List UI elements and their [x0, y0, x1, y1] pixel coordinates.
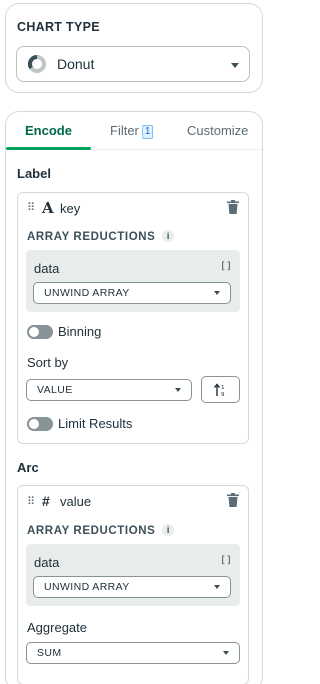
array-reduction-row: data [] UNWIND ARRAY: [26, 544, 240, 606]
trash-icon[interactable]: [227, 200, 239, 214]
string-type-icon: A: [42, 199, 54, 217]
chart-type-title: CHART TYPE: [17, 20, 100, 34]
array-bracket-icon: []: [219, 555, 232, 566]
sort-ascending-icon: 1 9: [213, 382, 225, 397]
sort-by-label: Sort by: [27, 355, 69, 370]
tab-filter[interactable]: Filter 1: [110, 123, 154, 139]
arc-section-heading: Arc: [17, 460, 39, 475]
reduction-field-label: data: [34, 261, 60, 276]
reduction-select[interactable]: UNWIND ARRAY: [33, 282, 231, 304]
limit-results-label: Limit Results: [58, 416, 133, 431]
chart-type-value: Donut: [57, 56, 95, 72]
reduction-select[interactable]: UNWIND ARRAY: [33, 576, 231, 598]
chart-type-panel: CHART TYPE Donut: [5, 3, 263, 93]
aggregate-select[interactable]: SUM: [26, 642, 240, 664]
aggregate-label: Aggregate: [27, 620, 87, 635]
tab-bar: Encode Filter 1 Customize: [6, 112, 262, 150]
array-reductions-heading: ARRAY REDUCTIONS i: [27, 524, 175, 537]
sort-by-select[interactable]: VALUE: [26, 379, 192, 401]
active-tab-indicator: [6, 147, 91, 150]
label-field-name: key: [60, 201, 81, 216]
drag-handle-icon[interactable]: ⠿: [27, 201, 35, 214]
binning-label: Binning: [58, 324, 102, 339]
tab-encode[interactable]: Encode: [25, 123, 72, 138]
svg-text:1: 1: [221, 385, 225, 391]
chart-type-select[interactable]: Donut: [16, 46, 250, 82]
array-reductions-heading: ARRAY REDUCTIONS i: [27, 230, 175, 243]
label-field-card: ⠿ A key ARRAY REDUCTIONS i data [] UNWIND…: [17, 192, 249, 444]
reduction-field-label: data: [34, 555, 60, 570]
sort-direction-button[interactable]: 1 9: [201, 376, 240, 403]
chevron-down-icon: [175, 388, 181, 392]
array-bracket-icon: []: [219, 261, 232, 272]
filter-count-badge: 1: [141, 125, 154, 139]
limit-results-toggle[interactable]: [27, 417, 53, 431]
arc-field-name: value: [60, 494, 92, 509]
chevron-down-icon: [223, 651, 229, 655]
number-type-icon: #: [42, 493, 50, 509]
binning-toggle[interactable]: [27, 325, 53, 339]
chevron-down-icon: [214, 291, 220, 295]
trash-icon[interactable]: [227, 493, 239, 507]
info-icon[interactable]: i: [162, 524, 175, 536]
info-icon[interactable]: i: [162, 230, 175, 242]
chevron-down-icon: [214, 585, 220, 589]
svg-text:9: 9: [221, 392, 225, 397]
encoding-panel: Encode Filter 1 Customize Label ⠿ A key A…: [5, 111, 263, 684]
drag-handle-icon[interactable]: ⠿: [27, 495, 35, 508]
arc-field-card: ⠿ # value ARRAY REDUCTIONS i data [] UNWI…: [17, 485, 249, 684]
array-reduction-row: data [] UNWIND ARRAY: [26, 250, 240, 312]
label-section-heading: Label: [17, 166, 51, 181]
tab-customize[interactable]: Customize: [187, 123, 248, 138]
chevron-down-icon: [231, 63, 239, 68]
donut-chart-icon: [27, 54, 46, 73]
